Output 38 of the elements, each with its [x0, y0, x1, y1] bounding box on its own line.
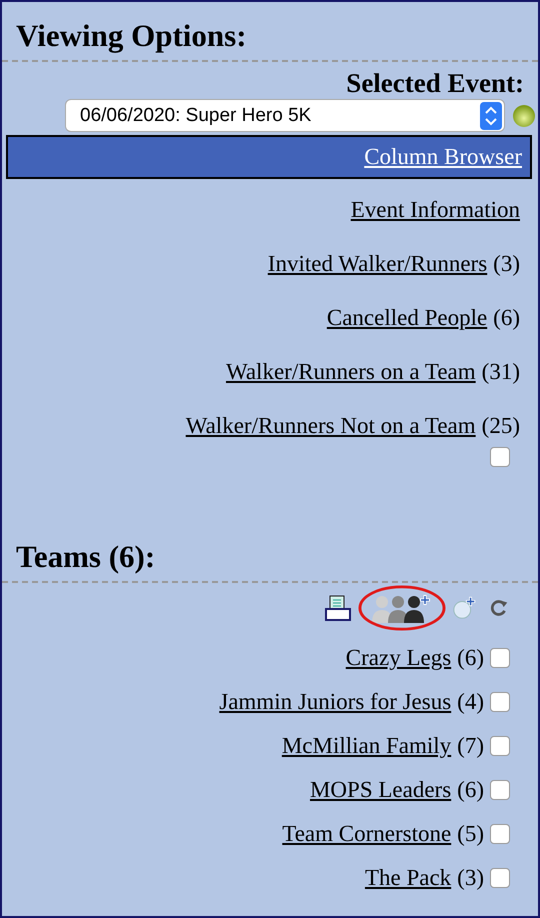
status-light-icon [512, 104, 536, 128]
item-count: (25) [482, 412, 520, 440]
checkbox[interactable] [490, 824, 510, 844]
view-link[interactable]: Invited Walker/Runners [268, 249, 488, 279]
checkbox[interactable] [490, 780, 510, 800]
printer-icon[interactable] [324, 594, 352, 622]
checkbox[interactable] [490, 648, 510, 668]
view-link[interactable]: Event Information [350, 195, 520, 225]
checkbox[interactable] [490, 692, 510, 712]
view-link[interactable]: Walker/Runners on a Team [226, 357, 476, 387]
team-link[interactable]: Jammin Juniors for Jesus [219, 687, 452, 717]
view-link[interactable]: Column Browser [364, 137, 522, 177]
team-link[interactable]: Team Cornerstone [282, 819, 452, 849]
item-count: (3) [493, 250, 520, 278]
team-link[interactable]: MOPS Leaders [310, 775, 452, 805]
item-count: (31) [482, 358, 520, 386]
checkbox[interactable] [490, 447, 510, 467]
view-link[interactable]: Walker/Runners Not on a Team [186, 411, 476, 441]
item-count: (6) [457, 776, 484, 804]
section-heading: Viewing Options: [15, 17, 248, 55]
item-count: (4) [457, 688, 484, 716]
team-link[interactable]: The Pack [364, 863, 452, 893]
item-count: (6) [457, 644, 484, 672]
item-count: (6) [493, 304, 520, 332]
item-count: (3) [457, 864, 484, 892]
stepper-icon [480, 102, 502, 130]
checkbox[interactable] [490, 736, 510, 756]
view-link[interactable]: Cancelled People [326, 303, 488, 333]
refresh-icon[interactable] [488, 597, 510, 619]
field-label: Selected Event: [345, 67, 525, 100]
item-count: (5) [457, 820, 484, 848]
checkbox[interactable] [490, 868, 510, 888]
team-link[interactable]: McMillian Family [282, 731, 452, 761]
event-dropdown[interactable]: 06/06/2020: Super Hero 5K [66, 100, 504, 131]
section-heading: Teams (6): [15, 538, 156, 576]
item-count: (7) [457, 732, 484, 760]
team-link[interactable]: Crazy Legs [346, 643, 452, 673]
add-globe-icon[interactable] [452, 595, 478, 621]
